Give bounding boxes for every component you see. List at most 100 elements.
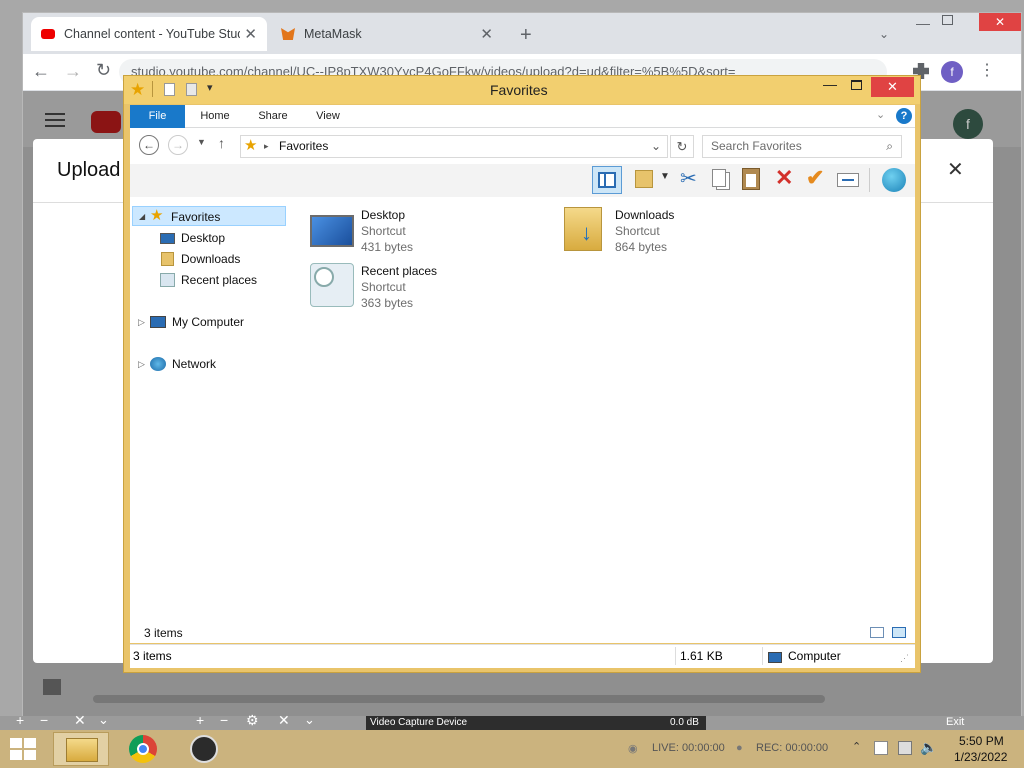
ribbon-tab-home[interactable]: Home bbox=[190, 105, 240, 128]
copy-icon[interactable] bbox=[712, 169, 726, 187]
ribbon-expand-chevron-icon[interactable]: ⌄ bbox=[876, 108, 885, 121]
chevron-down-icon[interactable]: ⌄ bbox=[98, 712, 109, 728]
volume-icon[interactable]: 🔈 bbox=[920, 739, 937, 756]
new-tab-button[interactable]: + bbox=[520, 24, 532, 47]
remove-icon[interactable]: − bbox=[40, 712, 48, 728]
delete-x-icon[interactable]: ✕ bbox=[775, 165, 793, 191]
windows-start-icon[interactable] bbox=[10, 738, 36, 760]
feedback-icon[interactable] bbox=[43, 679, 61, 695]
reload-icon[interactable]: ↻ bbox=[96, 60, 111, 81]
tab-title: Channel content - YouTube Studi bbox=[64, 27, 240, 41]
window-close-button[interactable]: ✕ bbox=[871, 77, 914, 97]
clock-time[interactable]: 5:50 PM bbox=[959, 734, 1004, 748]
remove-icon[interactable]: − bbox=[220, 712, 228, 728]
youtube-logo-icon[interactable] bbox=[91, 111, 121, 133]
forward-arrow-icon[interactable]: → bbox=[64, 61, 82, 82]
metamask-fox-icon bbox=[281, 28, 295, 40]
details-view-icon[interactable] bbox=[870, 627, 884, 638]
breadcrumb-chevron-icon[interactable]: ▸ bbox=[264, 136, 269, 157]
channel-avatar[interactable]: f bbox=[953, 109, 983, 139]
add-icon[interactable]: + bbox=[196, 712, 204, 728]
item-count-label: 3 items bbox=[144, 626, 183, 640]
taskbar-obs[interactable] bbox=[177, 732, 233, 766]
new-folder-icon[interactable] bbox=[186, 83, 197, 96]
nav-label: My Computer bbox=[172, 315, 245, 329]
obs-panel: + − ✕ ⌄ + − ⚙ ✕ ⌄ Video Capture Device 0… bbox=[0, 712, 1024, 730]
recent-locations-chevron-icon[interactable]: ▼ bbox=[197, 137, 206, 147]
taskbar-chrome[interactable] bbox=[116, 732, 172, 766]
chevron-down-icon[interactable]: ⌄ bbox=[304, 712, 315, 728]
file-item-recent-places[interactable]: Recent places Shortcut 363 bytes bbox=[306, 261, 506, 311]
scrollbar[interactable] bbox=[93, 695, 825, 703]
ribbon-tab-file[interactable]: File bbox=[130, 105, 185, 128]
tab-close-icon[interactable]: ✕ bbox=[480, 25, 493, 43]
tab-search-icon[interactable]: ⌄ bbox=[879, 27, 889, 41]
address-row: ← → ▼ ↑ ★ ▸ Favorites ⌄ ↻ Search Favorit… bbox=[130, 128, 915, 164]
clock-date[interactable]: 1/23/2022 bbox=[954, 750, 1007, 764]
breadcrumb[interactable]: Favorites bbox=[279, 136, 328, 157]
back-arrow-icon[interactable]: ← bbox=[139, 135, 159, 155]
resize-grip-icon[interactable]: ⋰ bbox=[900, 653, 909, 664]
maximize-icon[interactable] bbox=[942, 15, 953, 25]
maximize-icon[interactable] bbox=[851, 80, 862, 90]
tab-close-icon[interactable]: ✕ bbox=[244, 25, 257, 43]
paste-clipboard-icon[interactable] bbox=[742, 168, 760, 190]
ribbon-tab-share[interactable]: Share bbox=[248, 105, 298, 128]
properties-icon[interactable] bbox=[164, 83, 175, 96]
refresh-icon[interactable]: ↻ bbox=[670, 135, 694, 158]
address-dropdown-icon[interactable]: ⌄ bbox=[651, 136, 661, 157]
minimize-icon[interactable]: — bbox=[823, 76, 837, 92]
system-tray: ◉ LIVE: 00:00:00 ● REC: 00:00:00 ⌃ 🔈 5:5… bbox=[620, 730, 1024, 768]
collapsed-chevron-icon[interactable]: ▷ bbox=[138, 354, 145, 374]
add-icon[interactable]: + bbox=[16, 712, 24, 728]
search-input[interactable]: Search Favorites ⌕ bbox=[702, 135, 902, 158]
rec-indicator-icon: ● bbox=[736, 742, 743, 754]
tab-metamask[interactable]: MetaMask ✕ bbox=[271, 17, 503, 51]
back-arrow-icon[interactable]: ← bbox=[32, 61, 50, 82]
hamburger-menu-icon[interactable] bbox=[45, 113, 65, 127]
dropdown-chevron-icon[interactable]: ▼ bbox=[660, 171, 670, 182]
tray-expand-icon[interactable]: ⌃ bbox=[852, 740, 861, 753]
taskbar-explorer[interactable] bbox=[53, 732, 109, 766]
action-center-icon[interactable] bbox=[874, 741, 888, 755]
status-count: 3 items bbox=[133, 649, 172, 663]
expanded-chevron-icon[interactable]: ◢ bbox=[139, 207, 145, 227]
nav-label: Favorites bbox=[171, 210, 221, 224]
favorites-star-icon: ★ bbox=[150, 207, 164, 224]
help-icon[interactable]: ? bbox=[896, 108, 912, 124]
profile-avatar[interactable]: f bbox=[941, 61, 963, 83]
desktop-icon bbox=[160, 233, 175, 244]
cut-scissors-icon[interactable]: ✂ bbox=[680, 166, 697, 191]
select-folder-icon[interactable] bbox=[635, 170, 653, 188]
globe-icon[interactable] bbox=[882, 168, 906, 192]
nav-label: Recent places bbox=[181, 273, 258, 287]
quick-access-dropdown-icon[interactable]: ▾ bbox=[207, 81, 213, 94]
up-arrow-icon[interactable]: ↑ bbox=[218, 135, 225, 151]
file-item-desktop[interactable]: Desktop Shortcut 431 bytes bbox=[306, 205, 506, 255]
file-type: Shortcut bbox=[361, 224, 406, 238]
window-close-button[interactable]: ✕ bbox=[979, 13, 1021, 31]
menu-kebab-icon[interactable]: ⋮ bbox=[979, 60, 995, 80]
file-item-downloads[interactable]: ↓ Downloads Shortcut 864 bytes bbox=[560, 205, 760, 255]
network-status-icon[interactable] bbox=[898, 741, 912, 755]
forward-arrow-icon[interactable]: → bbox=[168, 135, 188, 155]
explorer-content: ◢ ★ Favorites Desktop Downloads Recent p… bbox=[130, 197, 915, 643]
collapsed-chevron-icon[interactable]: ▷ bbox=[138, 312, 145, 332]
exit-button[interactable]: Exit bbox=[946, 716, 964, 728]
preview-pane-icon[interactable] bbox=[592, 166, 622, 194]
tab-youtube-studio[interactable]: Channel content - YouTube Studi ✕ bbox=[31, 17, 267, 51]
ribbon-tab-view[interactable]: View bbox=[304, 105, 352, 128]
chrome-icon bbox=[129, 735, 157, 763]
rename-icon[interactable] bbox=[837, 173, 859, 187]
close-icon[interactable]: ✕ bbox=[278, 712, 290, 729]
close-icon[interactable]: ✕ bbox=[74, 712, 86, 729]
file-name: Downloads bbox=[615, 208, 675, 222]
explorer-titlebar[interactable]: ★ ▾ Favorites — ✕ bbox=[124, 76, 920, 104]
nav-item-favorites[interactable]: ◢ ★ Favorites bbox=[132, 206, 286, 226]
gear-icon[interactable]: ⚙ bbox=[246, 712, 259, 729]
address-bar[interactable]: ★ ▸ Favorites ⌄ bbox=[240, 135, 668, 158]
minimize-icon[interactable]: — bbox=[916, 15, 930, 31]
dialog-close-icon[interactable]: ✕ bbox=[947, 157, 964, 182]
checkmark-icon[interactable]: ✔ bbox=[806, 165, 824, 191]
large-icons-view-icon[interactable] bbox=[892, 627, 906, 638]
